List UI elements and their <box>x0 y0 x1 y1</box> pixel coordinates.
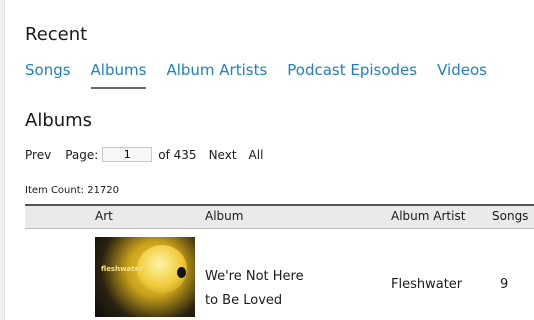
song-count: 9 <box>500 277 509 292</box>
recent-title: Recent <box>25 24 88 45</box>
prev-link[interactable]: Prev <box>25 148 51 162</box>
album-name[interactable]: We're Not Here to Be Loved <box>205 265 315 313</box>
album-art[interactable]: fleshwater <box>95 237 195 317</box>
cover-eye <box>177 267 186 278</box>
main-panel: Recent Songs Albums Album Artists Podcas… <box>4 0 534 320</box>
cover-text: fleshwater <box>101 265 143 273</box>
column-header-album[interactable]: Album <box>205 209 243 223</box>
all-link[interactable]: All <box>249 148 264 162</box>
column-header-art[interactable]: Art <box>95 209 113 223</box>
tab-bar: Songs Albums Album Artists Podcast Episo… <box>25 61 507 89</box>
tab-album-artists[interactable]: Album Artists <box>166 61 267 79</box>
table-row[interactable]: fleshwater We're Not Here to Be Loved Fl… <box>25 227 534 317</box>
album-artist[interactable]: Fleshwater <box>391 277 462 292</box>
albums-title: Albums <box>25 110 93 131</box>
page-total: of 435 <box>158 147 197 162</box>
page-input[interactable] <box>102 147 153 162</box>
column-header-album-artist[interactable]: Album Artist <box>391 209 465 223</box>
next-link[interactable]: Next <box>209 148 237 162</box>
pager: Prev Page: of 435 Next All <box>25 147 263 162</box>
tab-videos[interactable]: Videos <box>437 61 487 79</box>
item-count: Item Count: 21720 <box>25 185 119 196</box>
page-label: Page: <box>65 147 99 162</box>
tab-albums[interactable]: Albums <box>90 61 146 89</box>
tab-songs[interactable]: Songs <box>25 61 71 79</box>
column-header-songs[interactable]: Songs <box>492 209 528 223</box>
tab-podcast-episodes[interactable]: Podcast Episodes <box>287 61 417 79</box>
table-header: Art Album Album Artist Songs <box>25 204 534 229</box>
